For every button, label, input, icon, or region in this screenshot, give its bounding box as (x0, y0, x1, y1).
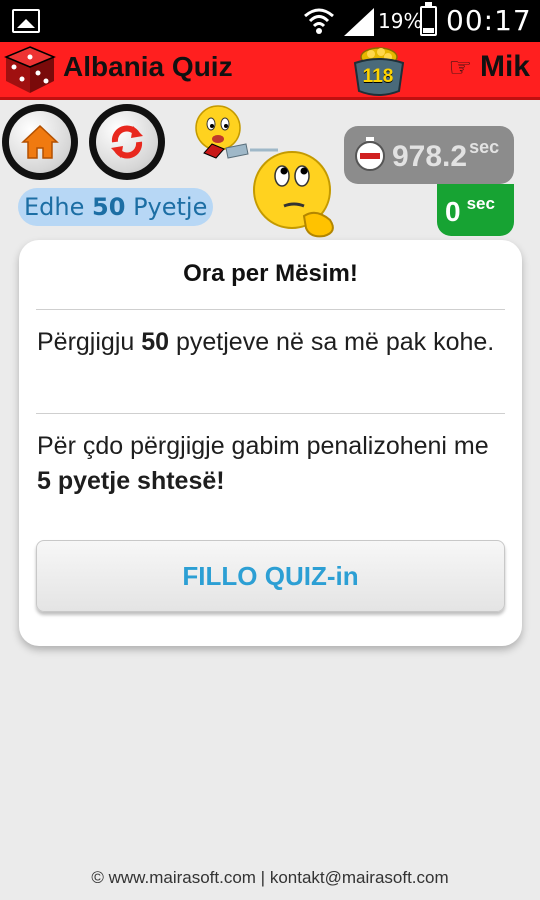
user-profile-link[interactable]: ☞ Mik (449, 50, 530, 84)
signal-icon (344, 8, 374, 36)
home-button[interactable] (2, 104, 78, 180)
quiz-intro-card: Ora per Mësim! Përgjigju 50 pyetjeve në … (19, 240, 522, 646)
battery-percent: 19% (378, 9, 423, 33)
remaining-count: 50 (92, 193, 126, 221)
divider (36, 309, 505, 310)
best-time-display: 978.2 sec (344, 126, 514, 184)
divider (36, 413, 505, 414)
app-title: Albania Quiz (63, 51, 233, 82)
penalty-time-display: 0 sec (437, 184, 514, 236)
thinking-smiley-icon (253, 151, 334, 238)
home-icon (21, 124, 59, 159)
penalty-rule-text: Për çdo përgjigje gabim penalizoheni me … (37, 432, 489, 495)
dice-logo-icon (4, 46, 56, 93)
wifi-icon (304, 8, 334, 34)
user-name: Mik (479, 50, 530, 83)
remaining-suffix: Pyetje (133, 193, 208, 221)
coin-count: 118 (362, 66, 394, 87)
pointing-hand-icon: ☞ (448, 51, 472, 82)
instruction-text: Përgjigju 50 pyetjeve në sa më pak kohe. (37, 328, 495, 356)
battery-icon (420, 2, 437, 36)
card-title: Ora per Mësim! (183, 260, 358, 287)
remaining-questions-badge: Edhe 50 Pyetje (18, 188, 214, 226)
status-bar: 19% 00:17 (0, 0, 540, 42)
timer-value: 978.2 sec (392, 137, 500, 173)
footer-credits: © www.mairasoft.com | kontakt@mairasoft.… (91, 868, 449, 887)
stopwatch-icon (355, 137, 385, 171)
remaining-prefix: Edhe (24, 193, 85, 221)
refresh-button[interactable] (89, 104, 165, 180)
start-quiz-button[interactable]: FILLO QUIZ-in (36, 540, 505, 612)
app-header: Albania Quiz 118 ☞ Mik (0, 42, 540, 100)
clock: 00:17 (446, 4, 532, 37)
penalty-value: 0 sec (445, 194, 495, 227)
refresh-icon (111, 125, 143, 159)
image-notification-icon (12, 9, 40, 33)
